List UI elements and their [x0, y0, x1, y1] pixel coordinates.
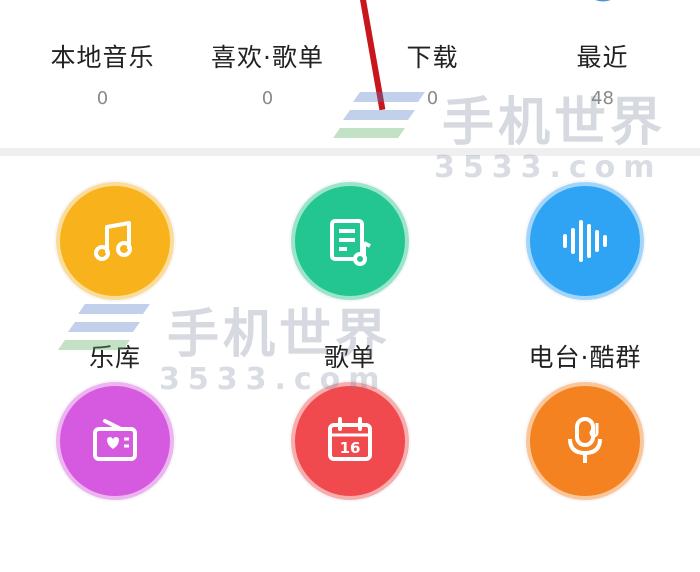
grid-tile-radio-group[interactable]: 电台·酷群: [485, 182, 685, 372]
sound-wave-icon: [563, 220, 607, 262]
feature-grid: 乐库 歌单 电台·酷群 16: [0, 156, 700, 500]
radio-icon: [93, 419, 137, 461]
music-folder-icon: [81, 0, 125, 22]
grid-tile-karaoke[interactable]: [485, 382, 685, 572]
download-count: 0: [426, 88, 439, 109]
music-note-icon: [94, 221, 132, 261]
grid-tile-radio[interactable]: [15, 382, 215, 572]
daily-circle: 16: [291, 382, 409, 500]
radio-group-label: 电台·酷群: [528, 343, 642, 372]
recent-label: 最近: [576, 43, 629, 72]
radio-group-circle: [526, 182, 644, 300]
playlist-label: 歌单: [323, 343, 376, 372]
grid-tile-daily[interactable]: 16: [250, 382, 450, 572]
favorites-playlist-count: 0: [261, 88, 274, 109]
download-icon: [411, 0, 455, 22]
heart-shield-icon: [246, 0, 290, 22]
my-music-stats-panel: 本地音乐 0 喜欢·歌单 0 下载 0 最近 48: [0, 0, 700, 150]
playlist-icon: [330, 219, 371, 266]
section-divider: [0, 148, 700, 156]
grid-tile-library[interactable]: 乐库: [15, 182, 215, 372]
radio-circle: [56, 382, 174, 500]
grid-tile-playlist[interactable]: 歌单: [250, 182, 450, 372]
karaoke-circle: [526, 382, 644, 500]
favorites-playlist-label: 喜欢·歌单: [211, 43, 324, 72]
microphone-icon: [568, 417, 602, 463]
library-label: 乐库: [88, 343, 141, 372]
recent-count: 48: [591, 88, 614, 109]
library-circle: [56, 182, 174, 300]
playlist-circle: [291, 182, 409, 300]
local-music-label: 本地音乐: [50, 43, 155, 72]
calendar-16-icon: 16: [328, 417, 372, 461]
calendar-badge: 16: [340, 439, 361, 457]
clock-icon: [595, 0, 610, 2]
local-music-count: 0: [96, 88, 109, 109]
